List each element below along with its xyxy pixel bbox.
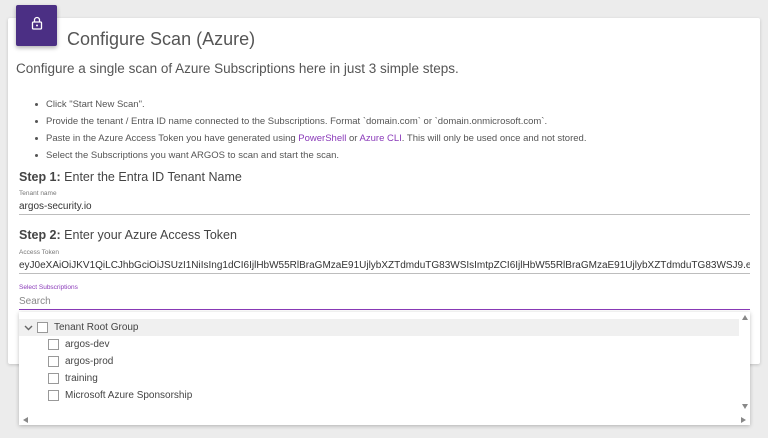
subscription-item[interactable]: Microsoft Azure Sponsorship <box>48 387 192 404</box>
instruction-text: or <box>346 133 360 144</box>
scroll-up-arrow-icon[interactable] <box>742 315 748 320</box>
subscription-checkbox[interactable] <box>48 373 59 384</box>
select-subscriptions-label: Select Subscriptions <box>19 284 78 291</box>
access-token-label: Access Token <box>19 249 59 256</box>
horizontal-scrollbar[interactable] <box>19 414 750 425</box>
subscription-search-input[interactable] <box>19 294 750 310</box>
step1-text: Enter the Entra ID Tenant Name <box>60 170 242 184</box>
access-token-field[interactable]: eyJ0eXAiOiJKV1QiLCJhbGciOiJSUzI1NiIsIng1… <box>19 259 750 274</box>
lock-icon-badge <box>16 5 57 46</box>
subscription-checkbox[interactable] <box>48 390 59 401</box>
subscription-item[interactable]: training <box>48 370 98 387</box>
subscription-label: Microsoft Azure Sponsorship <box>65 390 193 401</box>
subscription-checkbox[interactable] <box>48 356 59 367</box>
powershell-link[interactable]: PowerShell <box>298 133 346 144</box>
chevron-down-icon[interactable] <box>22 322 34 334</box>
instruction-item: Select the Subscriptions you want ARGOS … <box>34 147 586 164</box>
instruction-item: Provide the tenant / Entra ID name conne… <box>34 113 586 130</box>
subscription-label: argos-dev <box>65 339 110 350</box>
tree-root-row[interactable]: Tenant Root Group <box>19 319 739 336</box>
subscription-checkbox[interactable] <box>48 339 59 350</box>
subscription-item[interactable]: argos-dev <box>48 336 109 353</box>
azure-cli-link[interactable]: Azure CLI <box>360 133 402 144</box>
subscription-label: argos-prod <box>65 356 114 367</box>
subscription-label: training <box>65 373 98 384</box>
lock-icon <box>30 16 44 35</box>
page-subtitle: Configure a single scan of Azure Subscri… <box>16 61 459 76</box>
subscription-tree: Tenant Root Group argos-dev argos-prod t… <box>19 312 750 425</box>
instruction-item: Paste in the Azure Access Token you have… <box>34 130 587 147</box>
step2-heading: Step 2: Enter your Azure Access Token <box>19 228 237 242</box>
instructions-list: Click "Start New Scan". Provide the tena… <box>34 96 587 164</box>
scroll-down-arrow-icon[interactable] <box>742 404 748 409</box>
scroll-left-arrow-icon[interactable] <box>23 417 28 423</box>
step1-heading: Step 1: Enter the Entra ID Tenant Name <box>19 170 242 184</box>
subscription-item[interactable]: argos-prod <box>48 353 113 370</box>
tenant-root-checkbox[interactable] <box>37 322 48 333</box>
step2-text: Enter your Azure Access Token <box>60 228 237 242</box>
scroll-right-arrow-icon[interactable] <box>741 417 746 423</box>
step2-label: Step 2: <box>19 228 61 242</box>
step1-label: Step 1: <box>19 170 61 184</box>
tenant-name-field[interactable]: argos-security.io <box>19 200 750 215</box>
page-title: Configure Scan (Azure) <box>67 29 256 49</box>
instruction-text: . This will only be used once and not st… <box>401 133 587 144</box>
vertical-scrollbar[interactable] <box>740 312 750 412</box>
tree-root-label: Tenant Root Group <box>54 322 139 333</box>
instruction-item: Click "Start New Scan". <box>34 96 586 113</box>
instruction-text: Paste in the Azure Access Token you have… <box>46 133 299 144</box>
tenant-name-label: Tenant name <box>19 190 57 197</box>
